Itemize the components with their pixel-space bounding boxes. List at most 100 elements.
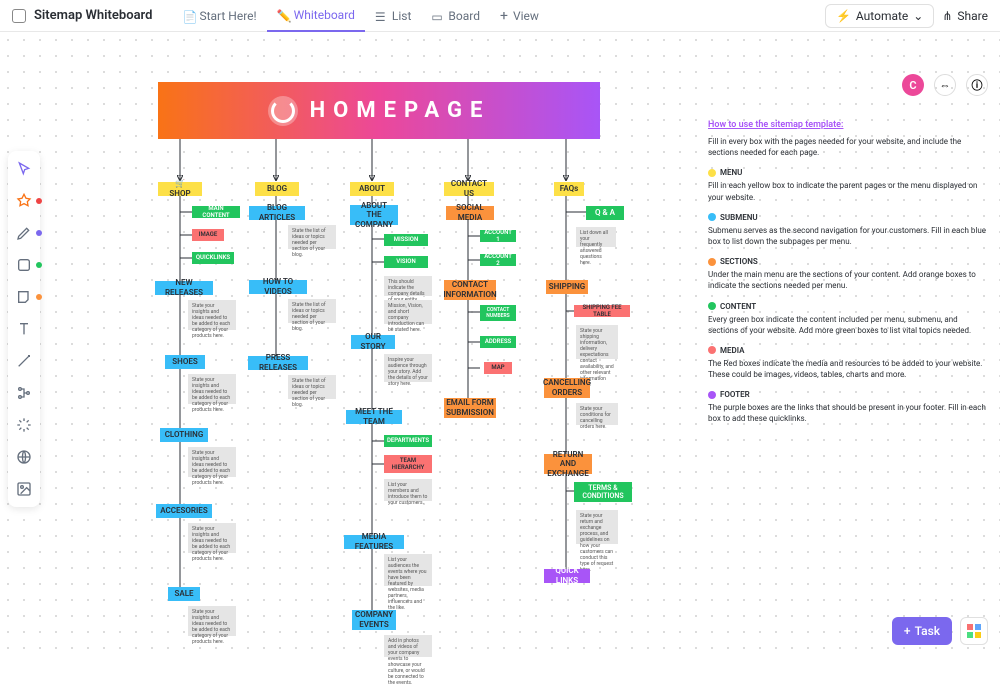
node-company-events[interactable]: COMPANY EVENTS	[352, 610, 396, 630]
node-contact-info[interactable]: CONTACT INFORMATION	[444, 280, 496, 300]
pen-tool[interactable]	[12, 221, 36, 245]
plus-icon: +	[500, 8, 508, 24]
web-tool[interactable]	[12, 445, 36, 469]
node-shipping[interactable]: SHIPPING	[546, 280, 588, 294]
tab-board[interactable]: ▭Board	[421, 0, 490, 32]
menu-faqs[interactable]: FAQs	[554, 182, 584, 196]
whiteboard-canvas[interactable]: C ⇔ ⓘ HOMEPAGE 🛒 SHOP BLOG ABOUT CONTACT…	[0, 32, 1000, 657]
task-tool[interactable]	[12, 189, 36, 213]
node-quicklinks[interactable]: QUICKLINKS	[192, 252, 234, 264]
homepage-banner[interactable]: HOMEPAGE	[158, 82, 600, 139]
task-button[interactable]: +Task	[892, 617, 952, 645]
tab-start-here[interactable]: 📄Start Here!	[172, 0, 266, 32]
node-how-to-videos[interactable]: HOW TO VIDEOS	[249, 280, 307, 294]
node-mission[interactable]: MISSION	[384, 234, 428, 246]
note-about3[interactable]: Inspire your audience through your story…	[384, 354, 432, 382]
note-faq2[interactable]: State your shipping information, deliver…	[576, 325, 618, 359]
info-media-t: The Red boxes indicate the media and res…	[708, 358, 988, 380]
node-shoes[interactable]: SHOES	[165, 355, 205, 369]
node-about-company[interactable]: ABOUT THE COMPANY	[350, 205, 398, 225]
node-departments[interactable]: DEPARTMENTS	[384, 435, 432, 447]
tool-dot	[36, 262, 42, 268]
note-shop4[interactable]: State your insights and ideas needed to …	[188, 523, 236, 553]
note-shop3[interactable]: State your insights and ideas needed to …	[188, 447, 236, 477]
note-faq1[interactable]: List down all your frequently answered q…	[576, 227, 616, 247]
doc-icon	[12, 9, 26, 23]
node-our-story[interactable]: OUR STORY	[351, 335, 395, 349]
app-header: Sitemap Whiteboard 📄Start Here! ✏️Whiteb…	[0, 0, 1000, 32]
node-accessories[interactable]: ACCESORIES	[156, 504, 212, 518]
note-faq3[interactable]: State your conditions for cancelling ord…	[576, 403, 618, 425]
info-submenu-h: SUBMENU	[720, 213, 758, 222]
info-sections-h: SECTIONS	[720, 257, 758, 266]
note-blog1[interactable]: State the list of ideas or topics needed…	[288, 225, 336, 249]
node-terms[interactable]: TERMS & CONDITIONS	[574, 482, 632, 502]
tree-tool[interactable]	[12, 381, 36, 405]
node-contact-numbers[interactable]: CONTACT NUMBERS	[480, 305, 516, 321]
cursor-tool[interactable]	[12, 157, 36, 181]
left-toolbar	[8, 151, 40, 507]
node-clothing[interactable]: CLOTHING	[160, 428, 208, 442]
node-sale[interactable]: SALE	[168, 587, 200, 601]
tab-whiteboard[interactable]: ✏️Whiteboard	[267, 0, 365, 32]
node-account1[interactable]: ACCOUNT 1	[480, 230, 516, 242]
menu-shop[interactable]: 🛒 SHOP	[158, 182, 202, 196]
node-team-hierarchy[interactable]: TEAM HIERARCHY	[384, 455, 432, 473]
note-shop1[interactable]: State your insights and ideas needed to …	[188, 300, 236, 330]
note-shop5[interactable]: State your insights and ideas needed to …	[188, 606, 236, 636]
node-map[interactable]: MAP	[484, 362, 512, 374]
menu-about[interactable]: ABOUT	[350, 182, 394, 196]
sticky-tool[interactable]	[12, 285, 36, 309]
info-menu-h: MENU	[720, 168, 742, 177]
green-dot-icon	[708, 302, 716, 310]
ai-tool[interactable]	[12, 413, 36, 437]
node-shipping-fee[interactable]: SHIPPING FEE TABLE	[574, 305, 630, 317]
connector-tool[interactable]	[12, 349, 36, 373]
node-vision[interactable]: VISION	[384, 256, 428, 268]
tab-list[interactable]: ☰List	[365, 0, 422, 32]
node-image[interactable]: IMAGE	[192, 229, 224, 241]
automate-button[interactable]: ⚡Automate⌄	[825, 4, 934, 28]
note-about1[interactable]: This should indicate the company details…	[384, 276, 432, 296]
note-about6[interactable]: Add in photos and videos of your company…	[384, 635, 432, 657]
node-media-features[interactable]: MEDIA FEATURES	[344, 535, 404, 549]
node-quick-links[interactable]: QUICK LINKS	[544, 569, 590, 583]
note-blog3[interactable]: State the list of ideas or topics needed…	[288, 375, 336, 399]
image-tool[interactable]	[12, 477, 36, 501]
apps-button[interactable]	[960, 617, 988, 645]
node-address[interactable]: ADDRESS	[480, 336, 516, 348]
menu-contact[interactable]: CONTACT US	[444, 182, 494, 196]
note-about5[interactable]: List your audiences the events where you…	[384, 554, 432, 586]
node-account2[interactable]: ACCOUNT 2	[480, 254, 516, 266]
node-meet-team[interactable]: MEET THE TEAM	[346, 410, 402, 424]
note-shop2[interactable]: State your insights and ideas needed to …	[188, 374, 236, 404]
node-qa[interactable]: Q & A	[586, 206, 624, 220]
menu-blog[interactable]: BLOG	[255, 182, 299, 196]
avatar[interactable]: C	[902, 74, 924, 96]
note-about2[interactable]: Mission, Vision, and short company intro…	[384, 300, 432, 324]
node-return-exchange[interactable]: RETURN AND EXCHANGE	[544, 454, 592, 474]
node-cancelling[interactable]: CANCELLING ORDERS	[544, 378, 590, 398]
chevron-down-icon: ⌄	[913, 9, 923, 23]
node-email-form[interactable]: EMAIL FORM SUBMISSION	[444, 398, 496, 418]
tab-add-view[interactable]: +View	[490, 0, 549, 32]
shape-tool[interactable]	[12, 253, 36, 277]
tab-label: Whiteboard	[294, 8, 355, 22]
fit-icon[interactable]: ⇔	[934, 74, 956, 96]
node-press-releases[interactable]: PRESS RELEASES	[248, 356, 308, 370]
blue-dot-icon	[708, 213, 716, 221]
info-icon[interactable]: ⓘ	[966, 74, 988, 96]
info-media-h: MEDIA	[720, 346, 744, 355]
node-social-media[interactable]: SOCIAL MEDIA	[446, 206, 494, 220]
node-new-releases[interactable]: NEW RELEASES	[155, 281, 213, 295]
text-tool[interactable]	[12, 317, 36, 341]
node-blog-articles[interactable]: BLOG ARTICLES	[249, 206, 305, 220]
info-intro: Fill in every box with the pages needed …	[708, 136, 988, 158]
note-blog2[interactable]: State the list of ideas or topics needed…	[288, 299, 336, 323]
note-faq4[interactable]: State your return and exchange process, …	[576, 510, 618, 544]
share-button[interactable]: ⋔Share	[942, 9, 988, 23]
note-about4[interactable]: List your members and introduce them to …	[384, 479, 432, 501]
info-sections-t: Under the main menu are the sections of …	[708, 269, 988, 291]
automate-label: Automate	[856, 9, 908, 23]
node-main-content[interactable]: MAIN CONTENT	[192, 206, 240, 218]
